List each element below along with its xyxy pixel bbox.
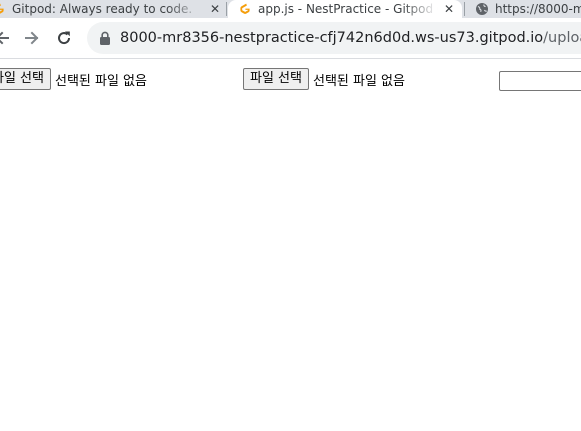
choose-file-button[interactable]: 파일 선택 [0, 68, 51, 90]
file-input-1[interactable]: 파일 선택 선택된 파일 없음 [0, 68, 147, 90]
arrow-right-icon [25, 31, 39, 45]
forward-button[interactable] [20, 26, 44, 50]
reload-icon [58, 31, 71, 45]
tab-separator [226, 2, 227, 16]
arrow-left-icon [0, 31, 9, 45]
back-button[interactable] [0, 26, 14, 50]
tab-title: app.js - NestPractice - Gitpod C [258, 2, 438, 16]
file-status-text: 선택된 파일 없음 [312, 73, 405, 89]
tab-strip: Gitpod: Always ready to code. ✕ app.js -… [0, 0, 581, 18]
text-field[interactable] [499, 71, 581, 91]
tab-title: https://8000-m [495, 2, 581, 16]
lock-icon [100, 31, 110, 45]
choose-file-button[interactable]: 파일 선택 [243, 68, 309, 90]
tab-app-js[interactable]: app.js - NestPractice - Gitpod C ✕ [228, 0, 462, 18]
file-input-2[interactable]: 파일 선택 선택된 파일 없음 [243, 68, 405, 90]
tab-preview[interactable]: https://8000-m [475, 0, 581, 18]
file-status-text: 선택된 파일 없음 [54, 73, 147, 89]
tab-gitpod-home[interactable]: Gitpod: Always ready to code. ✕ [0, 0, 226, 18]
url-host: 8000-mr8356-nestpractice-cfj742n6d0d.ws-… [120, 30, 544, 46]
browser-toolbar: 8000-mr8356-nestpractice-cfj742n6d0d.ws-… [0, 18, 581, 59]
gitpod-icon [240, 3, 250, 14]
url-text: 8000-mr8356-nestpractice-cfj742n6d0d.ws-… [120, 22, 581, 54]
page-content: 파일 선택 선택된 파일 없음 파일 선택 선택된 파일 없음 [0, 59, 581, 431]
globe-icon [476, 3, 488, 15]
url-path: /upload [543, 30, 581, 46]
close-icon[interactable]: ✕ [210, 3, 220, 15]
close-icon[interactable]: ✕ [444, 3, 454, 15]
address-bar[interactable]: 8000-mr8356-nestpractice-cfj742n6d0d.ws-… [87, 22, 581, 54]
tab-separator [464, 2, 465, 16]
tab-title: Gitpod: Always ready to code. [12, 2, 193, 16]
gitpod-icon [0, 3, 4, 14]
browser-window: Gitpod: Always ready to code. ✕ app.js -… [0, 0, 581, 431]
reload-button[interactable] [52, 26, 76, 50]
